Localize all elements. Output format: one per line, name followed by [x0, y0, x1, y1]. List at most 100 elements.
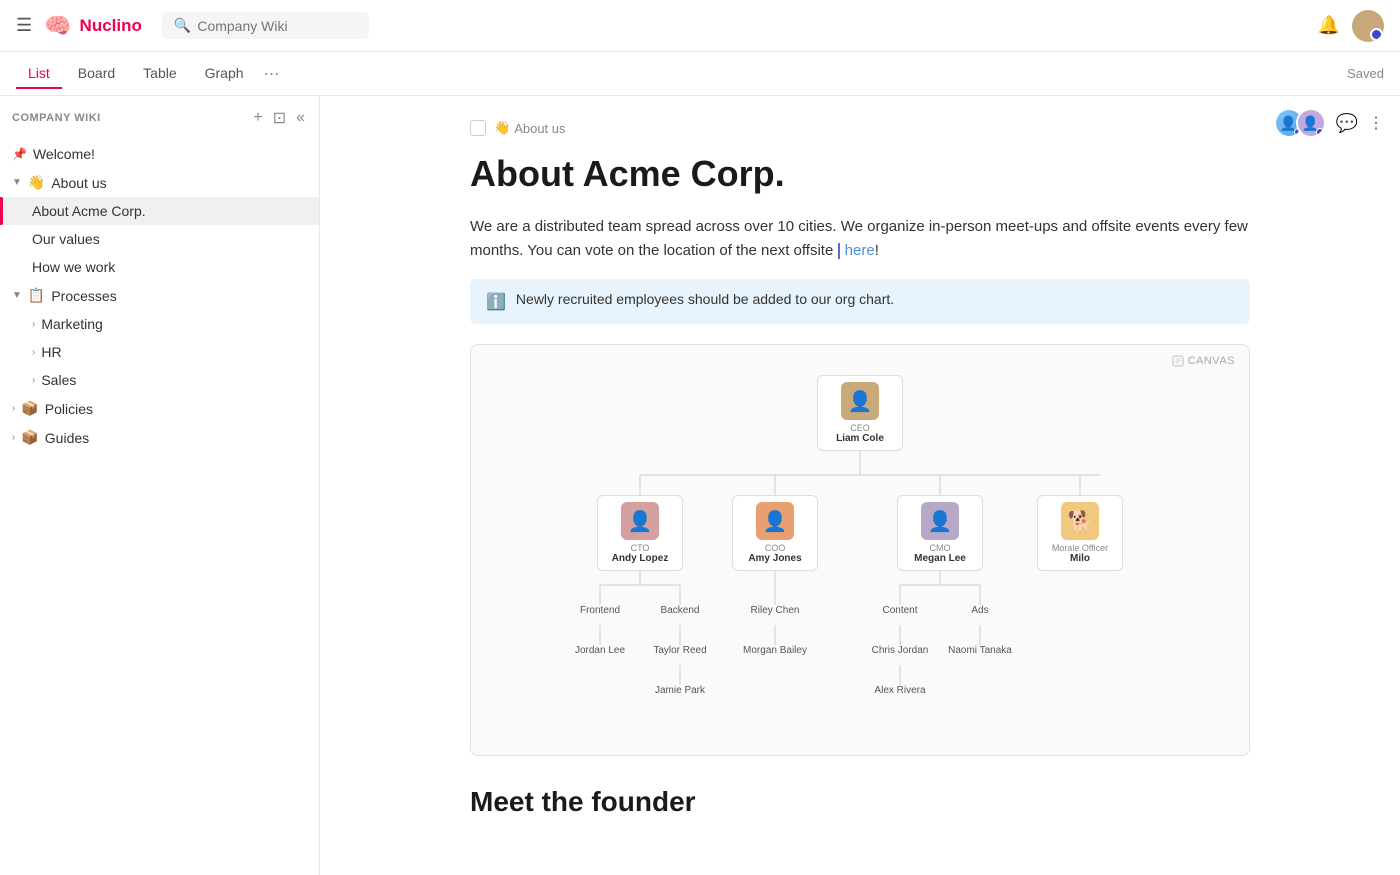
hamburger-icon[interactable]: ☰ [16, 15, 32, 36]
info-icon: ℹ️ [486, 292, 506, 312]
org-svg-container: 👤 CEO Liam Cole 👤 CTO Andy Lopez [540, 365, 1180, 725]
bell-icon[interactable]: 🔔 [1318, 15, 1340, 36]
breadcrumb-checkbox[interactable] [470, 120, 486, 136]
chevron-down-icon: ▼ [12, 290, 22, 301]
sidebar-item-label: Marketing [41, 316, 102, 332]
search-icon: 🔍 [174, 17, 191, 34]
sidebar-item-about-us[interactable]: ▼ 👋 About us [0, 168, 319, 197]
morgan-bailey-leaf: Morgan Bailey [740, 645, 810, 656]
search-bar[interactable]: 🔍 [162, 12, 369, 39]
sidebar-item-label: Welcome! [33, 146, 95, 162]
sidebar-item-how-we-work[interactable]: How we work [0, 253, 319, 281]
sidebar-item-policies[interactable]: › 📦 Policies [0, 394, 319, 423]
cmo-node: 👤 CMO Megan Lee [897, 495, 983, 571]
collaborator-avatars: 👤 👤 [1274, 108, 1326, 138]
chevron-down-icon: ▼ [12, 177, 22, 188]
cto-role: CTO [631, 543, 650, 553]
coo-node: 👤 COO Amy Jones [732, 495, 818, 571]
tab-more-icon[interactable]: ⋯ [264, 64, 280, 84]
more-options-icon[interactable]: ⋮ [1368, 113, 1384, 133]
sidebar-item-label: About us [51, 175, 106, 191]
sidebar-item-guides[interactable]: › 📦 Guides [0, 423, 319, 452]
tab-list[interactable]: List [16, 59, 62, 89]
sidebar-add-button[interactable]: + [251, 106, 264, 130]
ceo-node: 👤 CEO Liam Cole [817, 375, 903, 451]
alex-rivera-leaf: Alex Rivera [865, 685, 935, 696]
sidebar-item-label: HR [41, 344, 61, 360]
cmo-name: Megan Lee [914, 553, 966, 564]
content-inner: 👋 About us About Acme Corp. We are a dis… [430, 96, 1290, 858]
logo[interactable]: 🧠 Nuclino [44, 13, 142, 39]
jamie-park-leaf: Jamie Park [645, 685, 715, 696]
user-avatar[interactable] [1352, 10, 1384, 42]
section-title: Meet the founder [470, 786, 1250, 818]
sidebar-item-label: Policies [45, 401, 93, 417]
morale-name: Milo [1070, 553, 1090, 564]
cmo-role: CMO [930, 543, 951, 553]
tab-board[interactable]: Board [66, 59, 127, 89]
chevron-right-icon: › [32, 319, 35, 330]
morale-role: Morale Officer [1052, 543, 1108, 553]
sidebar-item-label: About Acme Corp. [32, 203, 146, 219]
policies-emoji: 📦 [21, 400, 38, 417]
page-title: About Acme Corp. [470, 152, 1250, 195]
sidebar-item-processes[interactable]: ▼ 📋 Processes [0, 281, 319, 310]
breadcrumb-link[interactable]: 👋 About us [494, 120, 566, 136]
search-input[interactable] [197, 18, 357, 34]
chevron-right-icon: › [32, 347, 35, 358]
sidebar-item-label: Sales [41, 372, 76, 388]
sidebar-actions: + ⊡ « [251, 106, 307, 130]
tab-table[interactable]: Table [131, 59, 188, 89]
saved-label: Saved [1347, 66, 1384, 81]
body-text-end: ! [875, 242, 879, 259]
riley-leaf: Riley Chen [740, 605, 810, 616]
morale-node: 🐕 Morale Officer Milo [1037, 495, 1123, 571]
taylor-reed-leaf: Taylor Reed [645, 645, 715, 656]
frontend-leaf: Frontend [565, 605, 635, 616]
logo-text: Nuclino [80, 16, 142, 36]
coo-role: COO [765, 543, 786, 553]
coo-avatar: 👤 [756, 502, 794, 540]
org-chart: 👤 CEO Liam Cole 👤 CTO Andy Lopez [471, 345, 1249, 755]
text-cursor [838, 243, 840, 259]
sidebar-title: COMPANY WIKI [12, 112, 243, 124]
content-area: 👤 👤 💬 ⋮ 👋 About us [320, 96, 1400, 875]
sidebar-header: COMPANY WIKI + ⊡ « [0, 96, 319, 140]
org-wrapper: 👤 CEO Liam Cole 👤 CTO Andy Lopez [481, 365, 1239, 725]
cto-avatar: 👤 [621, 502, 659, 540]
here-link[interactable]: here [845, 242, 875, 259]
ceo-name: Liam Cole [836, 433, 884, 444]
sidebar-item-about-acme[interactable]: About Acme Corp. [0, 197, 319, 225]
pin-icon: 📌 [12, 147, 27, 161]
sidebar-collapse-button[interactable]: « [294, 106, 307, 130]
tab-bar: List Board Table Graph ⋯ Saved [0, 52, 1400, 96]
sidebar-item-label: How we work [32, 259, 115, 275]
sidebar-item-hr[interactable]: › HR [0, 338, 319, 366]
sidebar-item-welcome[interactable]: 📌 Welcome! [0, 140, 319, 168]
sidebar-item-label: Guides [45, 430, 89, 446]
main-layout: COMPANY WIKI + ⊡ « 📌 Welcome! ▼ 👋 About … [0, 96, 1400, 875]
sidebar-item-our-values[interactable]: Our values [0, 225, 319, 253]
ads-leaf: Ads [945, 605, 1015, 616]
breadcrumb-label: About us [514, 121, 565, 136]
sidebar-item-marketing[interactable]: › Marketing [0, 310, 319, 338]
cto-node: 👤 CTO Andy Lopez [597, 495, 683, 571]
logo-icon: 🧠 [44, 13, 71, 39]
comment-icon[interactable]: 💬 [1336, 113, 1358, 134]
breadcrumb-emoji: 👋 [494, 120, 510, 136]
sidebar-expand-button[interactable]: ⊡ [271, 106, 288, 130]
guides-emoji: 📦 [21, 429, 38, 446]
content-leaf: Content [865, 605, 935, 616]
tab-graph[interactable]: Graph [193, 59, 256, 89]
chris-jordan-leaf: Chris Jordan [865, 645, 935, 656]
about-us-emoji: 👋 [28, 174, 45, 191]
chevron-right-icon: › [12, 432, 15, 443]
info-text: Newly recruited employees should be adde… [516, 291, 894, 307]
body-text: We are a distributed team spread across … [470, 215, 1250, 263]
chevron-right-icon: › [12, 403, 15, 414]
sidebar-item-sales[interactable]: › Sales [0, 366, 319, 394]
processes-emoji: 📋 [28, 287, 45, 304]
collaborator-avatar-2: 👤 [1296, 108, 1326, 138]
morale-avatar: 🐕 [1061, 502, 1099, 540]
top-right: 🔔 [1318, 10, 1384, 42]
